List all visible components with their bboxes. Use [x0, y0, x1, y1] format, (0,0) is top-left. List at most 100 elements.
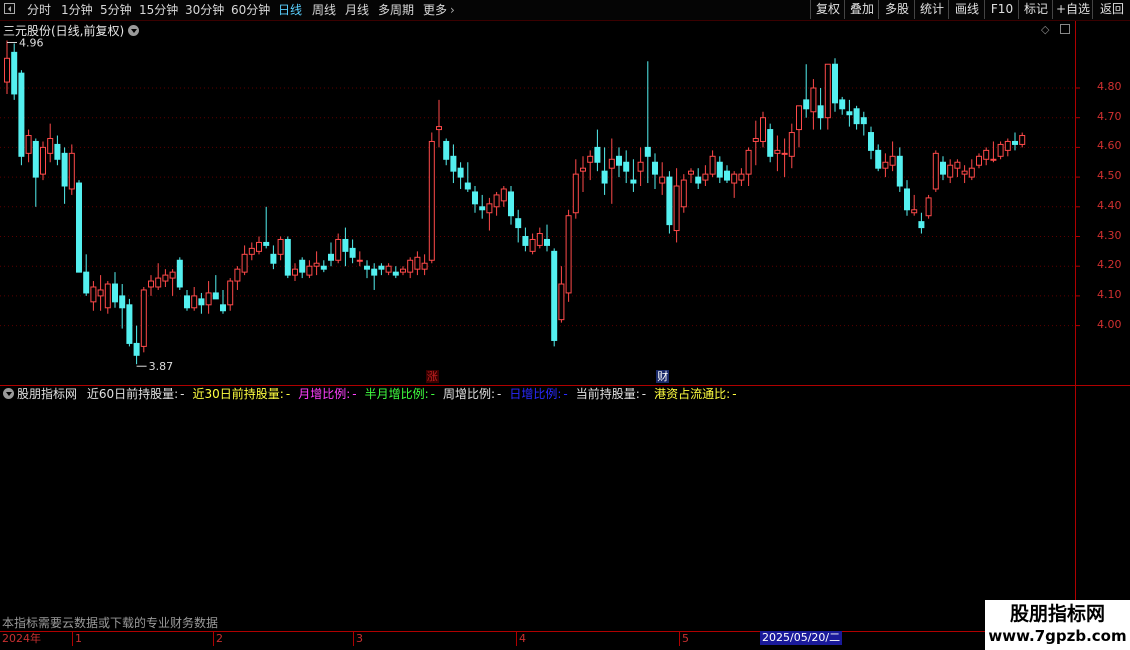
- candle-body: [356, 259, 363, 262]
- candle-body: [464, 182, 471, 190]
- event-marker-zhang[interactable]: 涨: [425, 370, 439, 383]
- candle-body: [673, 185, 680, 232]
- indicator-field-label: 当前持股量:: [575, 387, 640, 401]
- indicator-field: 月增比例: -: [298, 387, 356, 401]
- indicator-bar: 股朋指标网 近60日前持股量: - 近30日前持股量: - 月增比例: - 半月增比例: - 周…: [0, 386, 737, 402]
- candle-body: [342, 238, 349, 252]
- candle-body: [572, 173, 579, 214]
- price-axis-line: [1075, 21, 1076, 631]
- indicator-field-value: -: [641, 387, 647, 401]
- candle-body: [774, 149, 781, 154]
- candle-body: [436, 126, 442, 131]
- candle-body: [450, 155, 457, 172]
- candle-body: [54, 143, 61, 160]
- indicator-field-label: 近30日前持股量:: [192, 387, 284, 401]
- indicator-name[interactable]: 股朋指标网: [17, 387, 77, 401]
- date-label-2024: 2024年: [2, 632, 41, 645]
- candle-body: [428, 140, 435, 261]
- candle-body: [76, 182, 82, 273]
- candle-body: [997, 143, 1004, 157]
- candle-body: [112, 283, 118, 303]
- price-tick-label: 4.60: [1097, 139, 1122, 153]
- candle-body: [457, 167, 464, 178]
- candle-body: [500, 188, 507, 202]
- candle-body: [328, 253, 334, 261]
- event-marker-cai[interactable]: 财: [656, 370, 670, 383]
- candle-body: [652, 161, 658, 175]
- candle-body: [40, 146, 46, 175]
- candle-body: [256, 241, 262, 252]
- candle-body: [868, 132, 874, 151]
- candle-body: [623, 161, 630, 172]
- candle-body: [90, 286, 97, 303]
- indicator-field: 周增比例: -: [443, 387, 501, 401]
- candle-body: [983, 149, 990, 160]
- indicator-field-label: 港资占流通比:: [654, 387, 731, 401]
- candle-body: [695, 176, 702, 184]
- candle-body: [414, 256, 421, 270]
- indicator-field: 港资占流通比: -: [654, 387, 736, 401]
- candle-body: [407, 259, 414, 273]
- candlestick-chart[interactable]: 4.96 3.87: [0, 0, 1130, 650]
- candle-body: [61, 152, 68, 187]
- indicator-dropdown-icon[interactable]: [3, 388, 14, 399]
- indicator-field-value: -: [352, 387, 357, 401]
- candle-body: [335, 238, 342, 261]
- candle-body: [241, 253, 248, 273]
- candle-body: [205, 292, 212, 306]
- candle-body: [198, 298, 205, 306]
- candle-body: [558, 283, 565, 321]
- candle-body: [702, 173, 709, 181]
- candle-body: [630, 179, 637, 184]
- indicator-field-value: -: [285, 387, 291, 401]
- date-label-may: 5: [679, 632, 689, 646]
- candle-body: [184, 295, 190, 309]
- candle-body: [1004, 140, 1011, 151]
- candle-body: [486, 203, 493, 214]
- candle-body: [932, 152, 939, 190]
- candle-body: [68, 152, 75, 190]
- candle-body: [594, 146, 601, 163]
- price-tick-label: 4.30: [1097, 228, 1122, 242]
- candle-body: [522, 236, 529, 246]
- candle-body: [839, 99, 846, 110]
- price-tick-label: 4.80: [1097, 80, 1122, 93]
- axis-divider: [1075, 385, 1130, 386]
- indicator-field: 日增比例: -: [509, 387, 567, 401]
- candle-body: [148, 280, 154, 288]
- candle-body: [4, 57, 10, 83]
- candle-body: [846, 111, 853, 116]
- candle-body: [371, 268, 378, 276]
- candle-body: [680, 179, 687, 208]
- candle-body: [155, 277, 162, 288]
- candle-body: [212, 292, 219, 300]
- candle-body: [666, 176, 673, 226]
- candle-body: [220, 304, 226, 312]
- candle-body: [896, 155, 903, 187]
- indicator-field-value: -: [563, 387, 568, 401]
- candle-body: [904, 188, 910, 211]
- candle-body: [479, 206, 486, 211]
- candle-body: [83, 271, 90, 294]
- high-price-label: 4.96: [19, 36, 44, 49]
- candle-body: [911, 209, 918, 214]
- candle-body: [176, 259, 183, 288]
- candle-body: [392, 271, 399, 276]
- candle-body: [515, 218, 522, 229]
- candle-body: [882, 161, 889, 169]
- candle-body: [349, 247, 356, 258]
- indicator-field-value: -: [430, 387, 435, 401]
- candle-body: [544, 238, 550, 246]
- indicator-field-label: 日增比例:: [509, 387, 562, 401]
- candle-body: [817, 105, 824, 119]
- candle-body: [47, 137, 54, 154]
- candle-body: [781, 152, 788, 155]
- indicator-field-label: 周增比例:: [442, 387, 496, 401]
- candle-body: [536, 233, 543, 246]
- candle-body: [32, 140, 39, 178]
- cursor-date-label: 2025/05/20/二: [760, 631, 843, 645]
- price-tick-label: 4.10: [1097, 287, 1122, 301]
- candle-body: [133, 342, 140, 356]
- candle-body: [421, 262, 428, 270]
- price-tick-label: 4.50: [1097, 169, 1122, 183]
